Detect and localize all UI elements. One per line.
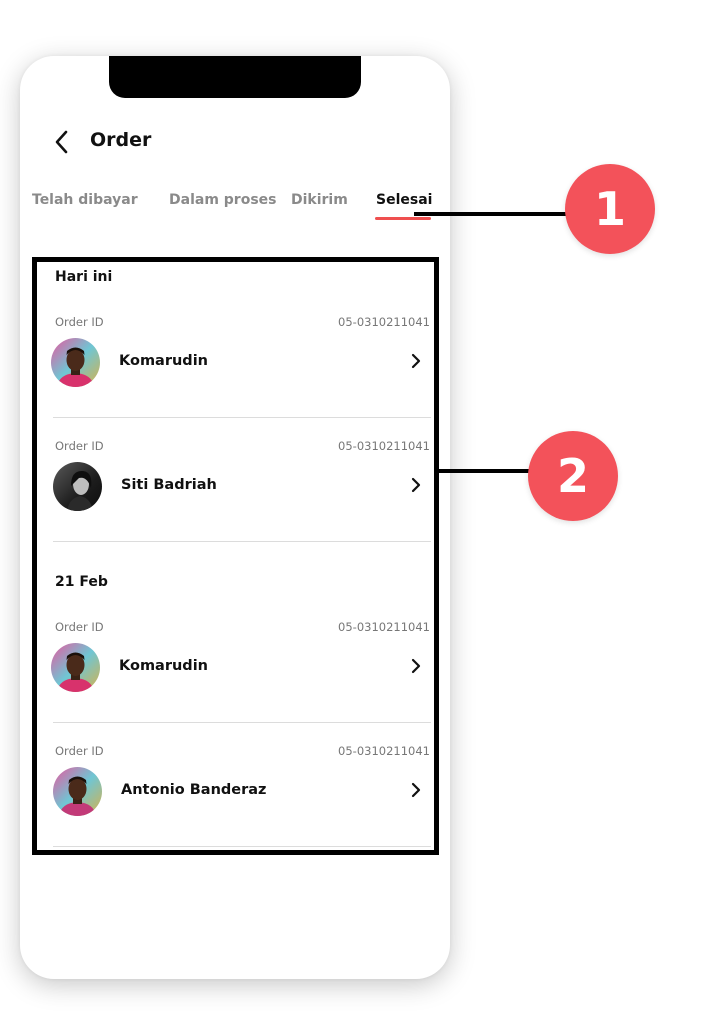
tab-telah-dibayar[interactable]: Telah dibayar xyxy=(32,192,138,208)
avatar xyxy=(53,462,102,511)
customer-name: Antonio Banderaz xyxy=(121,782,267,798)
page-title: Order xyxy=(90,129,152,151)
back-button[interactable] xyxy=(48,128,74,156)
order-row[interactable]: Order ID 05-0310211041 Komarudin xyxy=(51,620,431,730)
callout-2-connector xyxy=(437,469,533,473)
chevron-right-icon xyxy=(411,353,421,369)
chevron-right-icon xyxy=(411,477,421,493)
callout-badge-2: 2 xyxy=(528,431,618,521)
row-divider xyxy=(53,846,431,847)
tab-dalam-proses[interactable]: Dalam proses xyxy=(169,192,276,208)
avatar xyxy=(53,767,102,816)
order-id-value: 05-0310211041 xyxy=(338,439,430,453)
section-label-21-feb: 21 Feb xyxy=(55,574,108,590)
row-divider xyxy=(53,722,431,723)
order-row[interactable]: Order ID 05-0310211041 Siti Badriah xyxy=(51,439,431,549)
chevron-right-icon xyxy=(411,658,421,674)
order-id-value: 05-0310211041 xyxy=(338,744,430,758)
callout-badge-1: 1 xyxy=(565,164,655,254)
order-id-label: Order ID xyxy=(55,744,104,758)
order-id-label: Order ID xyxy=(55,315,104,329)
phone-notch xyxy=(109,56,361,98)
row-divider xyxy=(53,541,431,542)
tab-dikirim[interactable]: Dikirim xyxy=(291,192,348,208)
customer-name: Siti Badriah xyxy=(121,477,217,493)
customer-name: Komarudin xyxy=(119,353,208,369)
customer-name: Komarudin xyxy=(119,658,208,674)
chevron-right-icon xyxy=(411,782,421,798)
order-row[interactable]: Order ID 05-0310211041 Komarudin xyxy=(51,315,431,425)
callout-1-connector xyxy=(414,212,570,216)
order-id-label: Order ID xyxy=(55,439,104,453)
order-row[interactable]: Order ID 05-0310211041 Antonio Banderaz xyxy=(51,744,431,854)
chevron-left-icon xyxy=(55,130,68,154)
avatar xyxy=(51,643,100,692)
order-id-value: 05-0310211041 xyxy=(338,315,430,329)
active-tab-indicator xyxy=(375,217,431,220)
avatar xyxy=(51,338,100,387)
row-divider xyxy=(53,417,431,418)
tab-selesai[interactable]: Selesai xyxy=(376,192,432,208)
order-id-label: Order ID xyxy=(55,620,104,634)
section-label-hari-ini: Hari ini xyxy=(55,269,113,285)
order-id-value: 05-0310211041 xyxy=(338,620,430,634)
